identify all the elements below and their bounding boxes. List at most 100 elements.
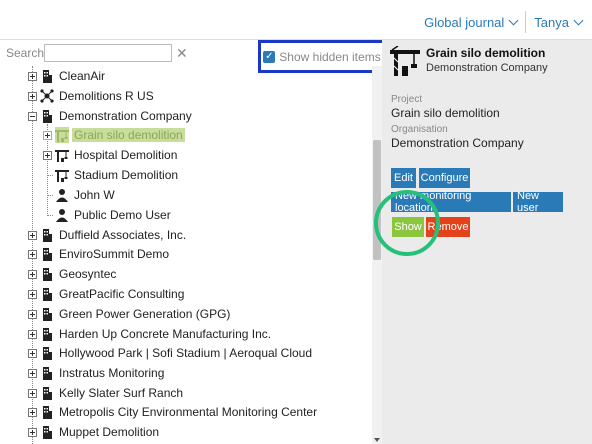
building-icon — [40, 404, 54, 420]
user-label: Tanya — [534, 14, 569, 30]
tree-node-label: Hollywood Park | Sofi Stadium | Aeroqual… — [59, 346, 313, 360]
tree-connector — [47, 194, 53, 196]
tree-node-label: Muppet Demolition — [59, 425, 160, 439]
tree-node[interactable]: Muppet Demolition — [28, 423, 161, 441]
collapse-icon[interactable] — [28, 111, 37, 121]
top-bar: Global journal Tanya — [0, 0, 592, 40]
tree-node-label: Metropolis City Environmental Monitoring… — [59, 405, 318, 419]
tree-node-label: Kelly Slater Surf Ranch — [59, 386, 184, 400]
expand-icon[interactable] — [28, 427, 37, 437]
search-row: Search ✕ — [0, 42, 188, 64]
building-icon — [40, 365, 54, 381]
tree-connector — [47, 174, 53, 176]
tree-node[interactable]: CleanAir — [28, 67, 107, 85]
detail-title: Grain silo demolition — [426, 46, 546, 60]
tree-node-label: Duffield Associates, Inc. — [59, 228, 187, 242]
tree-node[interactable]: EnviroSummit Demo — [28, 245, 171, 263]
tree-node-label: Hospital Demolition — [74, 148, 178, 162]
crane-icon — [55, 127, 69, 143]
search-input[interactable] — [44, 44, 172, 62]
tree-node[interactable]: Hollywood Park | Sofi Stadium | Aeroqual… — [28, 344, 314, 362]
expand-icon[interactable] — [43, 150, 52, 160]
tree-node[interactable]: Harden Up Concrete Manufacturing Inc. — [28, 325, 273, 343]
tree-node-label: Grain silo demolition — [72, 128, 185, 142]
network-icon — [40, 88, 54, 104]
org-tree: CleanAir Demolitions R US Demonstration … — [0, 66, 370, 444]
journal-label: Global journal — [424, 14, 505, 30]
tree-node[interactable]: Geosyntec — [28, 265, 118, 283]
expand-icon[interactable] — [28, 269, 37, 279]
tree-node-label: Harden Up Concrete Manufacturing Inc. — [59, 327, 272, 341]
tree-node[interactable]: Demolitions R US — [28, 87, 156, 105]
project-value: Grain silo demolition — [391, 106, 500, 120]
journal-menu[interactable]: Global journal — [424, 14, 519, 30]
tree-node[interactable]: Demonstration Company — [28, 107, 194, 125]
tree-node[interactable]: Metropolis City Environmental Monitoring… — [28, 403, 319, 421]
tree-node[interactable]: Stadium Demolition — [47, 166, 180, 184]
expand-icon[interactable] — [28, 91, 37, 101]
building-icon — [40, 286, 54, 302]
tree-panel: Search ✕ ✓ Show hidden items CleanAir De… — [0, 40, 386, 444]
building-icon — [40, 306, 54, 322]
tree-node-selected[interactable]: Grain silo demolition — [43, 126, 185, 144]
tree-connector — [47, 214, 53, 216]
tree-node-label: Public Demo User — [74, 208, 171, 222]
tree-node[interactable]: Green Power Generation (GPG) — [28, 305, 232, 323]
highlight-circle — [374, 190, 440, 256]
expand-icon[interactable] — [28, 329, 37, 339]
user-icon — [55, 207, 69, 223]
building-icon — [40, 345, 54, 361]
tree-node[interactable]: Kelly Slater Surf Ranch — [28, 384, 185, 402]
detail-subtitle: Demonstration Company — [426, 62, 548, 74]
tree-node-label: Geosyntec — [59, 267, 117, 281]
tree-node-label: Instratus Monitoring — [59, 366, 165, 380]
expand-icon[interactable] — [28, 388, 37, 398]
search-label: Search — [6, 46, 45, 60]
building-icon — [40, 68, 54, 84]
user-icon — [55, 187, 69, 203]
building-icon — [40, 246, 54, 262]
tree-node[interactable]: Public Demo User — [47, 206, 173, 224]
user-menu[interactable]: Tanya — [534, 14, 584, 30]
detail-header: Grain silo demolition Demonstration Comp… — [390, 45, 548, 81]
tree-scrollbar[interactable] — [372, 66, 382, 444]
expand-icon[interactable] — [28, 368, 37, 378]
clear-search-icon[interactable]: ✕ — [176, 45, 188, 62]
tree-node[interactable]: GreatPacific Consulting — [28, 285, 186, 303]
tree-node-label: EnviroSummit Demo — [59, 247, 170, 261]
show-hidden-checkbox[interactable]: ✓ — [263, 50, 276, 63]
chevron-down-icon — [573, 15, 584, 25]
edit-button[interactable]: Edit — [391, 168, 416, 188]
expand-icon[interactable] — [28, 249, 37, 259]
tree-node-label: Stadium Demolition — [74, 168, 179, 182]
expand-icon[interactable] — [28, 71, 37, 81]
tree-node-label: Demolitions R US — [59, 89, 154, 103]
tree-node-label: Green Power Generation (GPG) — [59, 307, 231, 321]
crane-icon — [390, 45, 420, 81]
expand-icon[interactable] — [43, 130, 52, 140]
scroll-down-icon[interactable] — [374, 438, 380, 442]
building-icon — [40, 108, 54, 124]
tree-node[interactable]: Instratus Monitoring — [28, 364, 166, 382]
building-icon — [40, 424, 54, 440]
configure-button[interactable]: Configure — [419, 168, 470, 188]
new-user-button[interactable]: New user — [513, 190, 563, 214]
expand-icon[interactable] — [28, 407, 37, 417]
tree-node[interactable]: John W — [47, 186, 117, 204]
top-nav: Global journal Tanya — [424, 11, 584, 33]
organisation-label: Organisation — [391, 124, 448, 135]
tree-node[interactable]: Hospital Demolition — [43, 146, 179, 164]
expand-icon[interactable] — [28, 348, 37, 358]
expand-icon[interactable] — [28, 289, 37, 299]
nav-divider — [525, 11, 527, 33]
tree-node-label: John W — [74, 188, 115, 202]
expand-icon[interactable] — [28, 230, 37, 240]
tree-node[interactable]: Duffield Associates, Inc. — [28, 226, 188, 244]
building-icon — [40, 266, 54, 282]
building-icon — [40, 326, 54, 342]
organisation-value: Demonstration Company — [391, 136, 524, 150]
chevron-down-icon — [508, 15, 519, 25]
building-icon — [40, 227, 54, 243]
crane-icon — [55, 167, 69, 183]
expand-icon[interactable] — [28, 309, 37, 319]
